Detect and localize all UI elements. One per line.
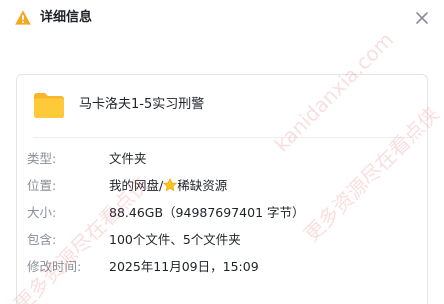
property-row-size: 大小: 88.46GB（94987697401 字节）	[27, 203, 419, 223]
close-icon[interactable]	[412, 8, 432, 28]
modified-value: 2025年11月09日，15:09	[109, 259, 259, 274]
modified-label: 修改时间:	[27, 259, 82, 274]
property-row-contains: 包含: 100个文件、5个文件夹	[27, 230, 419, 250]
location-path-suffix: 稀缺资源	[177, 178, 228, 193]
property-row-location: 位置: 我的网盘/稀缺资源	[27, 176, 419, 196]
divider	[33, 137, 413, 138]
dialog-header: 详细信息	[0, 0, 444, 36]
location-label: 位置:	[27, 178, 57, 193]
type-label: 类型:	[27, 151, 57, 166]
contains-value: 100个文件、5个文件夹	[109, 232, 241, 247]
location-path-prefix: 我的网盘/	[109, 178, 164, 193]
size-label: 大小:	[27, 205, 57, 220]
star-icon	[163, 178, 178, 192]
type-value: 文件夹	[109, 151, 147, 166]
location-value: 我的网盘/稀缺资源	[109, 176, 227, 196]
contains-label: 包含:	[27, 232, 57, 247]
size-value: 88.46GB（94987697401 字节）	[109, 205, 305, 220]
dialog-title: 详细信息	[40, 10, 93, 25]
property-row-type: 类型: 文件夹	[27, 149, 419, 169]
property-row-modified: 修改时间: 2025年11月09日，15:09	[27, 257, 419, 277]
folder-icon	[34, 93, 64, 118]
info-icon	[15, 10, 31, 25]
details-card: 马卡洛夫1-5实习刑警 类型: 文件夹 位置: 我的网盘/稀缺资源 大小: 88…	[16, 74, 428, 304]
details-dialog: 详细信息 马卡洛夫1-5实习刑警 类型: 文件夹 位置: 我的网盘/稀缺资源 大…	[0, 0, 444, 304]
file-name: 马卡洛夫1-5实习刑警	[79, 97, 205, 112]
